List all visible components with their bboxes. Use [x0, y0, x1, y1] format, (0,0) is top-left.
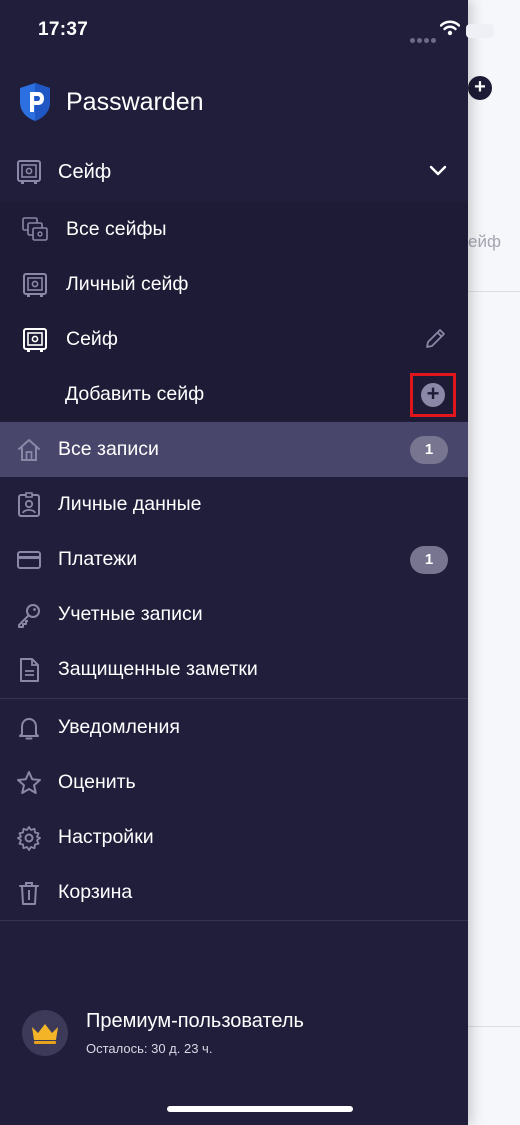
background-divider — [468, 291, 520, 292]
home-icon — [18, 438, 40, 461]
vault-item-label: Личный сейф — [66, 273, 189, 295]
nav-personal-data[interactable]: Личные данные — [0, 477, 468, 532]
nav-label: Корзина — [58, 881, 133, 903]
nav-label: Все записи — [58, 438, 159, 460]
status-time: 17:37 — [38, 19, 89, 40]
vault-icon — [17, 160, 41, 184]
vault-selector[interactable]: Сейф — [0, 142, 468, 202]
crown-icon — [32, 1024, 58, 1044]
star-icon — [17, 770, 41, 794]
nav-payments[interactable]: Платежи 1 — [0, 532, 468, 587]
nav-label: Личные данные — [58, 493, 202, 515]
note-icon — [20, 657, 39, 682]
vault-icon — [23, 272, 47, 297]
nav-label: Уведомления — [58, 716, 180, 738]
add-vault-item[interactable]: Добавить сейф + — [0, 367, 468, 422]
wifi-icon — [440, 20, 460, 36]
signal-icon — [410, 30, 438, 48]
pencil-icon[interactable] — [422, 326, 448, 352]
nav-trash[interactable]: Корзина — [0, 865, 468, 920]
premium-status[interactable]: Премиум-пользователь Осталось: 30 д. 23 … — [22, 1010, 304, 1056]
vault-icon — [23, 327, 47, 352]
background-add-button[interactable]: + — [468, 76, 492, 100]
app-brand: Passwarden — [18, 82, 204, 122]
nav-notifications[interactable]: Уведомления — [0, 700, 468, 755]
premium-remaining: Осталось: 30 д. 23 ч. — [86, 1041, 213, 1056]
vault-item-personal[interactable]: Личный сейф — [0, 257, 468, 312]
avatar — [22, 1010, 68, 1056]
passwarden-logo-icon — [20, 83, 50, 121]
add-vault-label: Добавить сейф — [65, 383, 205, 405]
add-vault-button[interactable]: + — [410, 373, 456, 417]
premium-title: Премиум-пользователь — [86, 1010, 304, 1032]
home-indicator[interactable] — [167, 1106, 353, 1112]
nav-label: Учетные записи — [58, 603, 203, 625]
nav-label: Оценить — [58, 771, 136, 793]
battery-icon — [466, 24, 494, 38]
divider — [0, 698, 468, 699]
background-vault-label: ейф — [468, 232, 501, 251]
nav-settings[interactable]: Настройки — [0, 810, 468, 865]
side-drawer: 17:37 Passwarden Сейф Все сейфы Личный с… — [0, 0, 468, 1125]
vault-item-label: Все сейфы — [66, 218, 167, 240]
background-divider — [468, 1026, 520, 1027]
trash-icon — [19, 881, 39, 905]
bell-icon — [19, 717, 39, 739]
count-badge: 1 — [410, 546, 448, 574]
all-vaults-icon — [22, 216, 48, 241]
nav-rate[interactable]: Оценить — [0, 755, 468, 810]
nav-label: Платежи — [58, 548, 138, 570]
nav-label: Настройки — [58, 826, 154, 848]
nav-accounts[interactable]: Учетные записи — [0, 587, 468, 642]
vault-item-label: Сейф — [66, 328, 118, 350]
vault-list: Все сейфы Личный сейф Сейф Добавить сейф… — [0, 202, 468, 421]
divider — [0, 920, 468, 921]
app-name: Passwarden — [66, 87, 204, 116]
key-icon — [18, 603, 40, 628]
credit-card-icon — [17, 550, 41, 569]
nav-secure-notes[interactable]: Защищенные заметки — [0, 642, 468, 697]
id-card-icon — [18, 491, 40, 517]
plus-icon: + — [421, 383, 445, 407]
count-badge: 1 — [410, 436, 448, 464]
nav-all-records[interactable]: Все записи 1 — [0, 422, 468, 477]
chevron-down-icon[interactable] — [428, 160, 448, 180]
gear-icon — [17, 825, 41, 851]
nav-label: Защищенные заметки — [58, 658, 258, 680]
vault-selector-label: Сейф — [58, 160, 112, 183]
vault-item-current[interactable]: Сейф — [0, 312, 468, 367]
background-app: + ейф — [468, 0, 520, 1125]
vault-item-all[interactable]: Все сейфы — [0, 202, 468, 257]
